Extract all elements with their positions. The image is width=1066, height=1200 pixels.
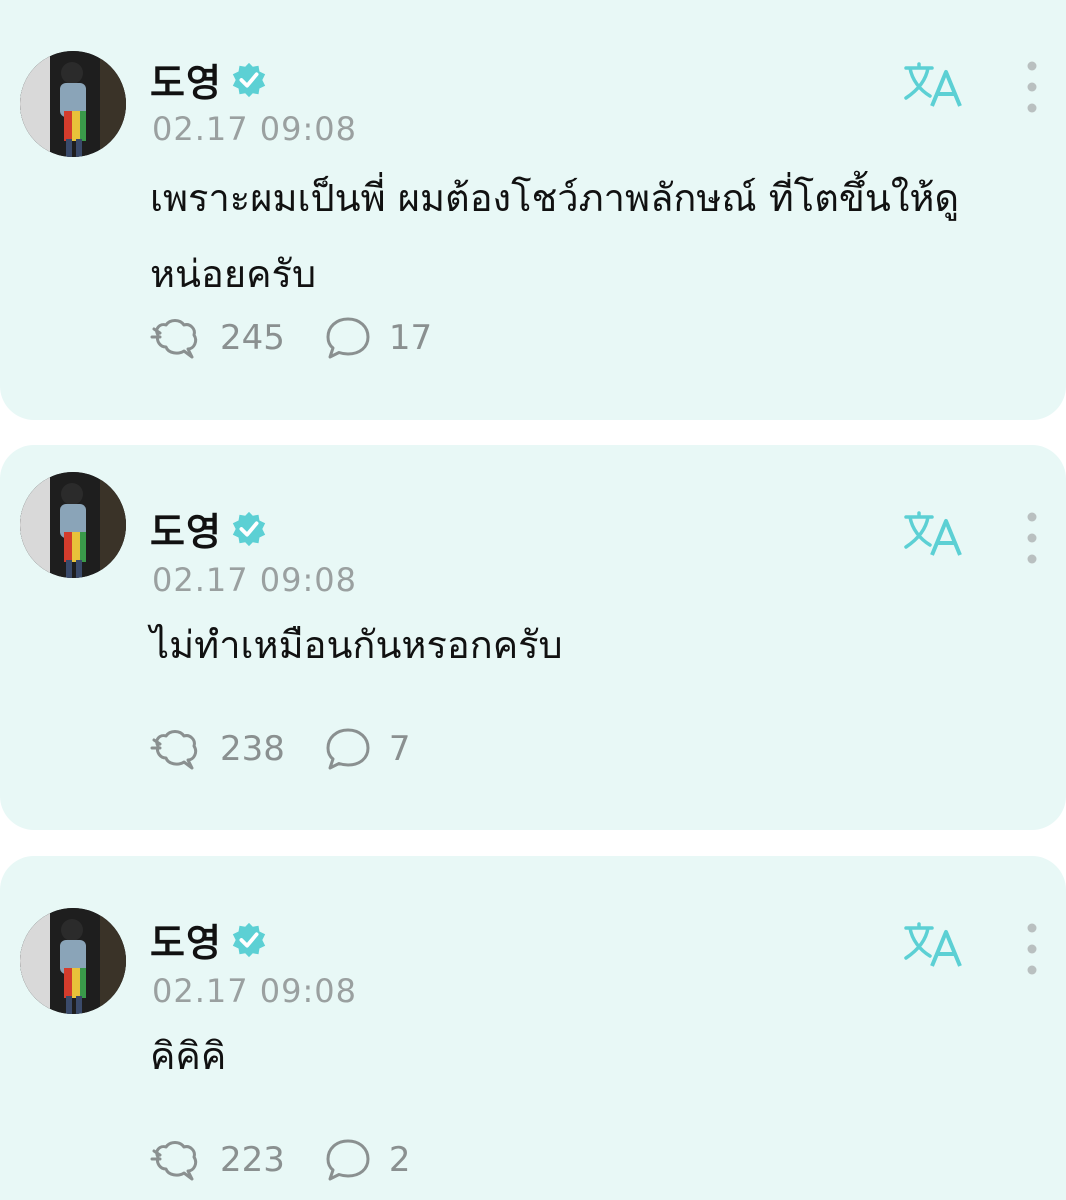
avatar[interactable]	[20, 908, 126, 1014]
post-card[interactable]: 도영 02.17 09:08 ไม่ทำเหมือนกันหรอกครับ 23	[0, 445, 1066, 830]
like-count: 223	[220, 1140, 285, 1180]
like-button[interactable]: 245	[150, 315, 285, 361]
more-vertical-icon[interactable]	[1018, 60, 1046, 114]
verified-badge-icon	[232, 922, 266, 957]
like-button[interactable]: 223	[150, 1137, 285, 1183]
post-card[interactable]: 도영 02.17 09:08 คิคิคิ 223 2	[0, 856, 1066, 1200]
avatar[interactable]	[20, 51, 126, 157]
like-button[interactable]: 238	[150, 726, 285, 772]
like-icon	[150, 1141, 198, 1181]
avatar[interactable]	[20, 472, 126, 578]
verified-badge-icon	[232, 511, 266, 546]
post-actions: 238 7	[150, 726, 411, 772]
comment-count: 2	[388, 1140, 411, 1180]
comment-button[interactable]: 2	[325, 1138, 411, 1182]
post-card[interactable]: 도영 02.17 09:08 เพราะผมเป็นพี่ ผมต้องโชว์…	[0, 0, 1066, 420]
comment-count: 17	[388, 318, 433, 358]
comment-bubble-icon	[326, 317, 370, 359]
more-vertical-icon[interactable]	[1018, 511, 1046, 565]
author-name[interactable]: 도영	[150, 501, 222, 556]
post-actions: 223 2	[150, 1137, 411, 1183]
author-name[interactable]: 도영	[150, 912, 222, 967]
comment-bubble-icon	[326, 1139, 370, 1181]
author-row: 도영	[150, 52, 268, 107]
like-icon	[150, 319, 198, 359]
like-count: 238	[220, 729, 285, 769]
comment-button[interactable]: 17	[325, 316, 432, 360]
like-icon	[150, 730, 198, 770]
translate-icon[interactable]	[902, 62, 964, 110]
verified-badge-icon	[232, 62, 266, 97]
more-vertical-icon[interactable]	[1018, 922, 1046, 976]
author-name[interactable]: 도영	[150, 52, 222, 107]
post-feed: 도영 02.17 09:08 เพราะผมเป็นพี่ ผมต้องโชว์…	[0, 0, 1066, 1200]
comment-count: 7	[388, 729, 411, 769]
translate-icon[interactable]	[902, 922, 964, 970]
post-timestamp: 02.17 09:08	[152, 972, 357, 1010]
post-timestamp: 02.17 09:08	[152, 561, 357, 599]
comment-bubble-icon	[326, 728, 370, 770]
translate-icon[interactable]	[902, 511, 964, 559]
post-text: เพราะผมเป็นพี่ ผมต้องโชว์ภาพลักษณ์ ที่โต…	[150, 176, 960, 296]
author-row: 도영	[150, 912, 268, 967]
comment-button[interactable]: 7	[325, 727, 411, 771]
like-count: 245	[220, 318, 285, 358]
post-text: ไม่ทำเหมือนกันหรอกครับ	[150, 623, 563, 667]
post-text: คิคิคิ	[150, 1034, 227, 1078]
post-timestamp: 02.17 09:08	[152, 110, 357, 148]
post-actions: 245 17	[150, 315, 432, 361]
author-row: 도영	[150, 501, 268, 556]
